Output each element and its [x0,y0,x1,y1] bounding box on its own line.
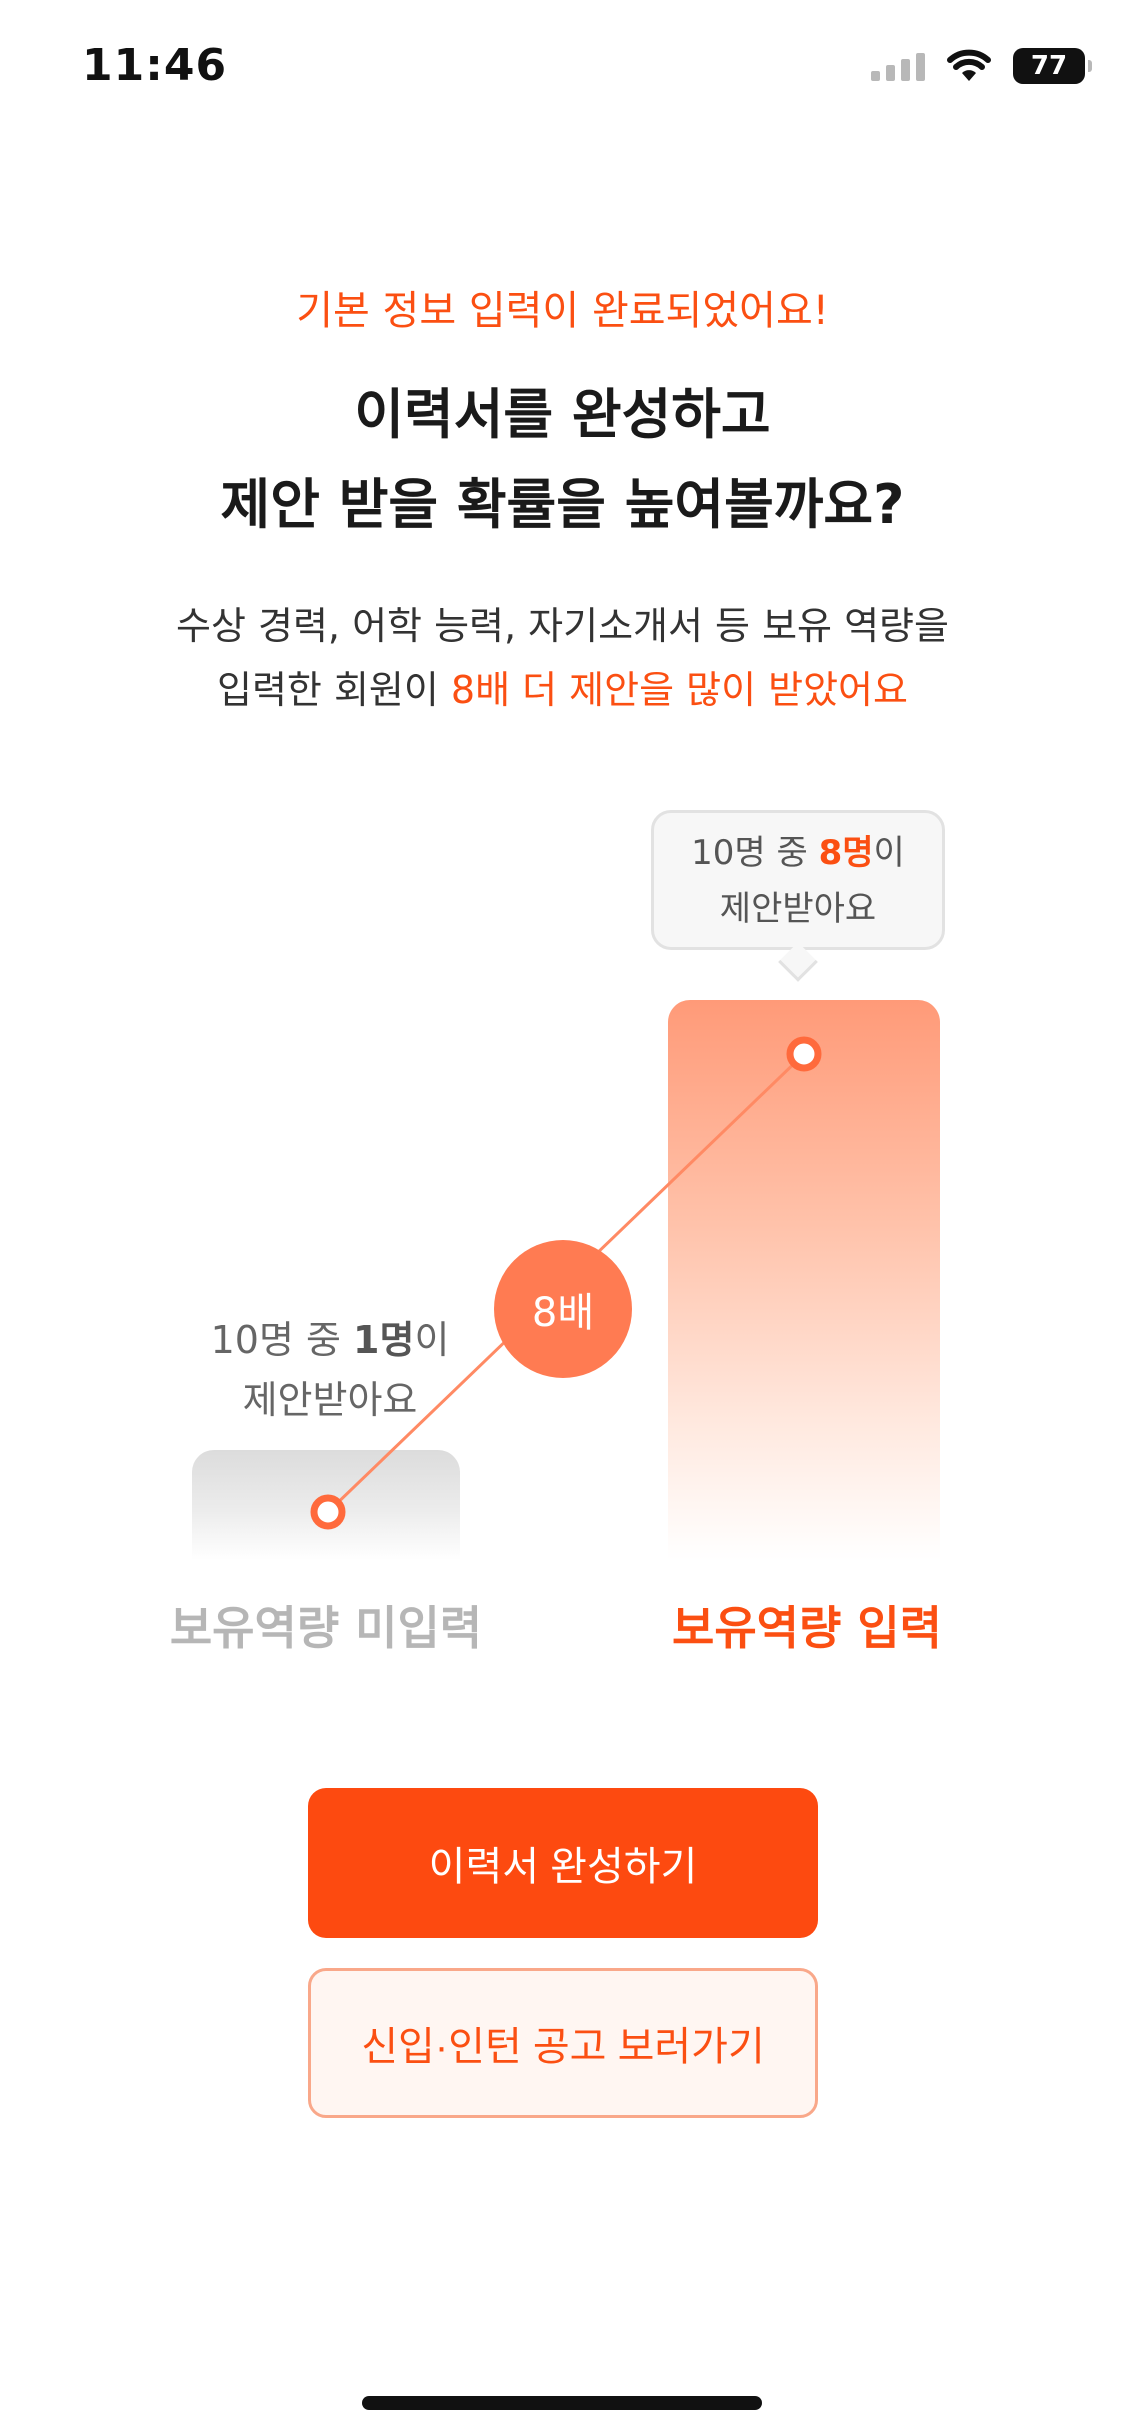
description: 수상 경력, 어학 능력, 자기소개서 등 보유 역량을 입력한 회원이 8배 … [0,594,1125,722]
category-label-with: 보유역량 입력 [672,1601,942,1655]
view-entry-intern-jobs-button[interactable]: 신입·인턴 공고 보러가기 [308,1968,818,2118]
description-accent: 8배 더 제안을 많이 받았어요 [450,668,908,712]
wifi-icon [947,49,991,81]
headline-line-1: 이력서를 완성하고 [354,383,771,446]
right-data-point [786,1036,822,1072]
status-bar: 11:46 77 [0,0,1125,140]
complete-resume-button[interactable]: 이력서 완성하기 [308,1788,818,1938]
description-line-2: 입력한 회원이 8배 더 제안을 많이 받았어요 [0,658,1125,722]
category-label-without: 보유역량 미입력 [169,1601,483,1655]
status-time: 11:46 [82,40,228,91]
multiplier-badge: 8배 [494,1240,632,1378]
comparison-chart: 10명 중 8명이 제안받아요 10명 중 1명이 제안받아요 8배 보유역량 … [0,800,1125,1680]
page-headline: 이력서를 완성하고 제안 받을 확률을 높여볼까요? [0,370,1125,550]
description-line-2-prefix: 입력한 회원이 [217,668,451,712]
status-icons: 77 [871,48,1092,84]
home-indicator[interactable] [362,2396,762,2410]
description-line-1: 수상 경력, 어학 능력, 자기소개서 등 보유 역량을 [176,604,949,648]
headline-line-2: 제안 받을 확률을 높여볼까요? [220,473,905,536]
signal-icon [871,51,925,81]
battery-icon: 77 [1013,48,1092,84]
left-data-point [310,1494,346,1530]
completion-subtitle: 기본 정보 입력이 완료되었어요! [296,288,829,334]
